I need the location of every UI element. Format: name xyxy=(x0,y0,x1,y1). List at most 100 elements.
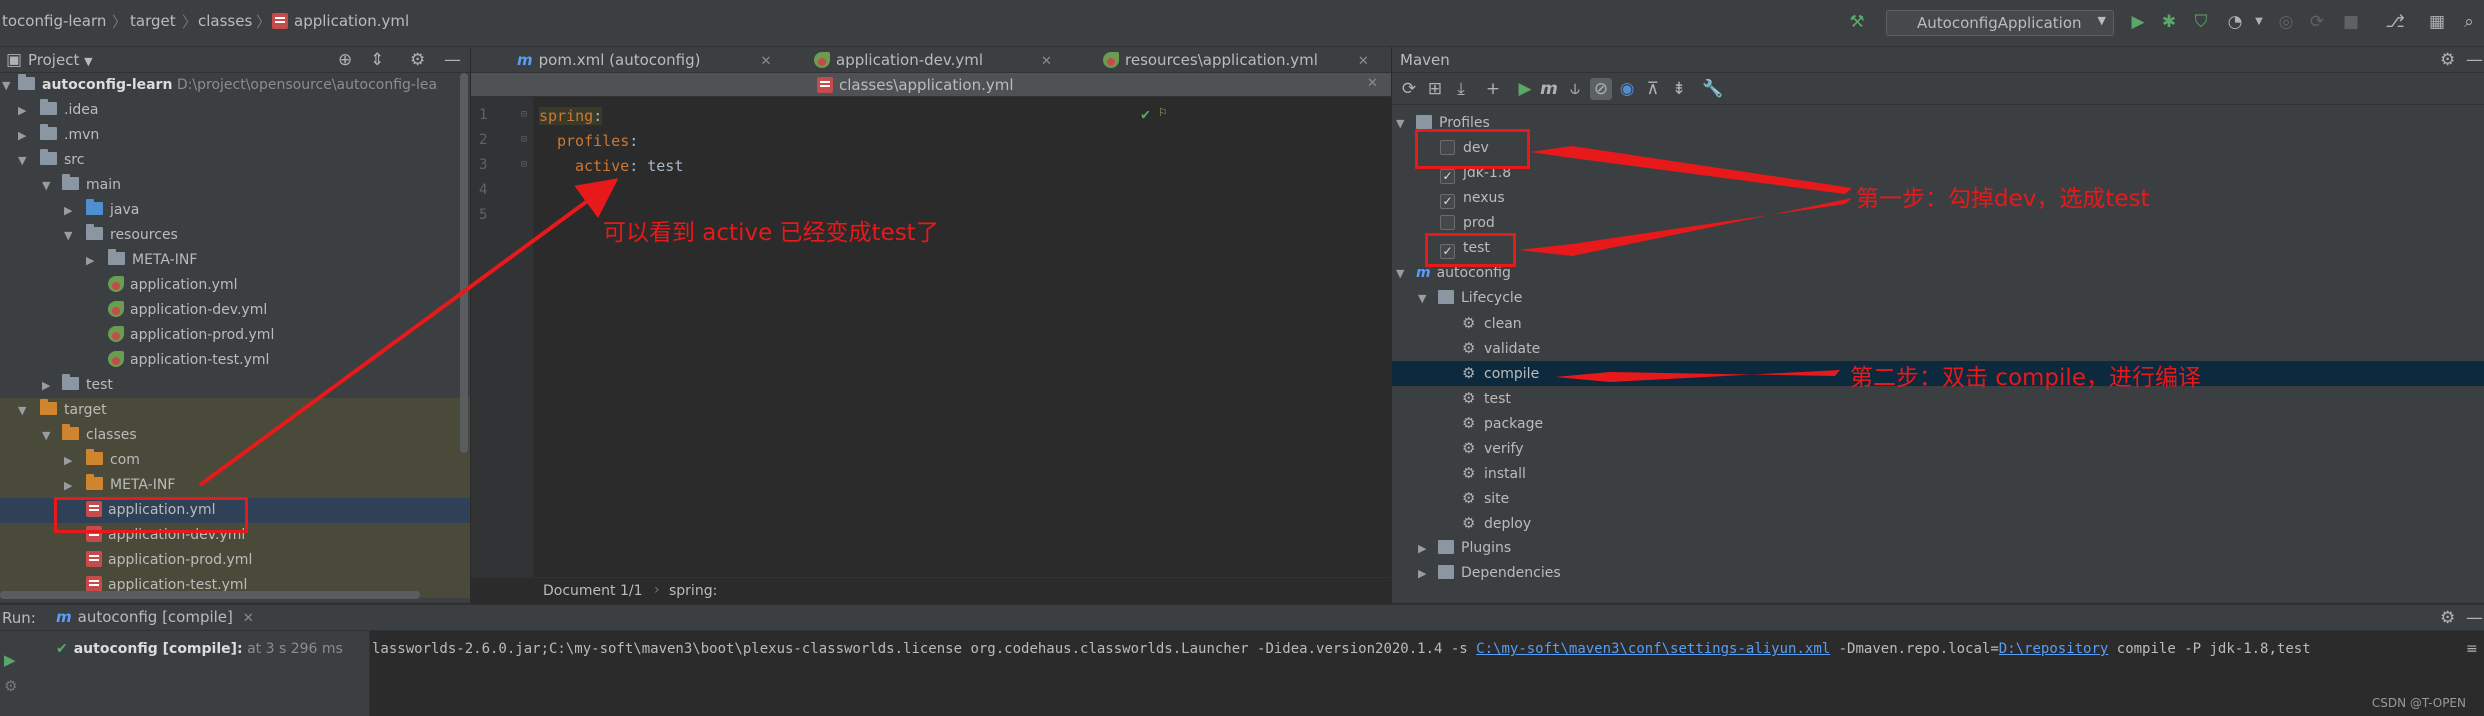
expand-all-icon[interactable]: ⇟ xyxy=(1668,78,1690,100)
expand-arrow-icon[interactable]: ▼ xyxy=(2,73,10,98)
expand-arrow-icon[interactable]: ▶ xyxy=(86,248,94,273)
phase-site[interactable]: ⚙ site xyxy=(1392,486,2484,511)
expand-arrow-icon[interactable]: ▶ xyxy=(1418,536,1426,561)
gear-icon[interactable]: ⚙ xyxy=(2440,608,2455,628)
profiler-icon[interactable]: ◔ xyxy=(2224,11,2246,33)
expand-arrow-icon[interactable]: ▶ xyxy=(18,98,26,123)
minimize-icon[interactable]: — xyxy=(444,50,461,70)
tab-application-dev[interactable]: application-dev.yml ✕ xyxy=(814,47,1052,73)
close-icon[interactable]: ✕ xyxy=(1358,54,1369,69)
maven-plugins-node[interactable]: ▶ Plugins xyxy=(1392,536,2484,561)
expand-arrow-icon[interactable]: ▼ xyxy=(18,398,26,423)
collapse-all-icon[interactable]: ⇕ xyxy=(370,50,384,70)
profile-checkbox[interactable]: ✓ xyxy=(1440,194,1455,209)
tree-item-meta-inf[interactable]: ▶ META-INF xyxy=(0,473,470,498)
tree-item-file[interactable]: application-prod.yml xyxy=(0,323,470,348)
inspection-icon[interactable]: ⚐ xyxy=(1159,105,1167,120)
phase-deploy[interactable]: ⚙ deploy xyxy=(1392,511,2484,536)
stop-icon[interactable]: ■ xyxy=(2340,11,2362,33)
locate-icon[interactable]: ⊕ xyxy=(338,50,352,70)
tab-pom-xml[interactable]: m pom.xml (autoconfig) ✕ xyxy=(517,47,771,73)
vcs-icon[interactable]: ⎇ xyxy=(2384,11,2406,33)
search-icon[interactable]: ⌕ xyxy=(2458,11,2480,33)
expand-arrow-icon[interactable]: ▶ xyxy=(42,373,50,398)
tree-item-file[interactable]: application-prod.yml xyxy=(0,548,470,573)
phase-verify[interactable]: ⚙ verify xyxy=(1392,436,2484,461)
expand-arrow-icon[interactable]: ▼ xyxy=(18,148,26,173)
profile-test[interactable]: ✓ test xyxy=(1392,236,2484,261)
run-icon[interactable]: ▶ xyxy=(2127,11,2149,33)
attach-debugger-icon[interactable]: ◎ xyxy=(2275,11,2297,33)
toggle-offline-icon[interactable]: ⫝ xyxy=(1564,78,1586,100)
tree-item-idea[interactable]: ▶ .idea xyxy=(0,98,470,123)
gear-icon[interactable]: ⚙ xyxy=(410,50,425,70)
tree-item-target[interactable]: ▼ target xyxy=(0,398,470,423)
tree-item-src[interactable]: ▼ src xyxy=(0,148,470,173)
expand-arrow-icon[interactable]: ▼ xyxy=(1418,286,1426,311)
expand-arrow-icon[interactable]: ▼ xyxy=(1396,111,1404,136)
show-dependencies-icon[interactable]: ◉ xyxy=(1616,78,1638,100)
console-link-repository[interactable]: D:\repository xyxy=(1999,641,2109,657)
run-configuration-select[interactable]: AutoconfigApplication ▼ xyxy=(1886,10,2114,36)
expand-arrow-icon[interactable]: ▼ xyxy=(64,223,72,248)
minimize-icon[interactable]: — xyxy=(2466,608,2483,628)
add-icon[interactable]: + xyxy=(1482,78,1504,100)
maven-dependencies-node[interactable]: ▶ Dependencies xyxy=(1392,561,2484,586)
collapse-all-icon[interactable]: ⊼ xyxy=(1642,78,1664,100)
expand-arrow-icon[interactable]: ▶ xyxy=(64,198,72,223)
tree-item-resources[interactable]: ▼ resources xyxy=(0,223,470,248)
expand-arrow-icon[interactable]: ▼ xyxy=(42,173,50,198)
close-icon[interactable]: ✕ xyxy=(243,611,254,626)
tree-item-file[interactable]: application-dev.yml xyxy=(0,298,470,323)
tree-item-mvn[interactable]: ▶ .mvn xyxy=(0,123,470,148)
maven-project-node[interactable]: ▼ m autoconfig xyxy=(1392,261,2484,286)
breadcrumb-file[interactable]: application.yml xyxy=(272,12,409,30)
rerun-icon[interactable]: ▶ xyxy=(4,651,16,669)
profile-prod[interactable]: prod xyxy=(1392,211,2484,236)
settings-icon[interactable]: ⚙ xyxy=(4,677,17,695)
breadcrumb-classes[interactable]: classes xyxy=(198,12,252,30)
expand-arrow-icon[interactable]: ▼ xyxy=(1396,261,1404,286)
tab-resources-application[interactable]: resources\application.yml ✕ xyxy=(1103,47,1369,73)
close-icon[interactable]: ✕ xyxy=(1041,54,1052,69)
execute-goal-icon[interactable]: m xyxy=(1538,78,1560,100)
chevron-down-icon[interactable]: ▼ xyxy=(2248,11,2270,33)
expand-arrow-icon[interactable]: ▼ xyxy=(42,423,50,448)
document-indicator[interactable]: Document 1/1 xyxy=(543,583,643,599)
console-link-settings[interactable]: C:\my-soft\maven3\conf\settings-aliyun.x… xyxy=(1476,641,1830,657)
breadcrumb-target[interactable]: target xyxy=(130,12,176,30)
profile-checkbox[interactable]: ✓ xyxy=(1440,169,1455,184)
tree-item-com[interactable]: ▶ com xyxy=(0,448,470,473)
code-area[interactable]: spring: profiles: active: test ✔ ⚐ xyxy=(471,97,1391,577)
tree-item-java[interactable]: ▶ java xyxy=(0,198,470,223)
run-icon[interactable]: ▶ xyxy=(1514,78,1536,100)
minimize-icon[interactable]: — xyxy=(2466,50,2483,70)
profile-checkbox[interactable] xyxy=(1440,215,1455,230)
tree-item-test[interactable]: ▶ test xyxy=(0,373,470,398)
project-structure-icon[interactable]: ▦ xyxy=(2426,11,2448,33)
horizontal-scrollbar[interactable] xyxy=(0,591,420,599)
download-icon[interactable]: ⤓ xyxy=(1450,78,1472,100)
tree-item-root[interactable]: ▼ autoconfig-learn D:\project\opensource… xyxy=(0,73,470,98)
maven-profiles-node[interactable]: ▼ Profiles xyxy=(1392,111,2484,136)
rerun-icon[interactable]: ⟳ xyxy=(2306,11,2328,33)
phase-package[interactable]: ⚙ package xyxy=(1392,411,2484,436)
expand-arrow-icon[interactable]: ▶ xyxy=(64,473,72,498)
profile-dev[interactable]: dev xyxy=(1392,136,2484,161)
tab-classes-application[interactable]: classes\application.yml xyxy=(817,73,1014,99)
tree-item-meta-inf[interactable]: ▶ META-INF xyxy=(0,248,470,273)
tree-item-file[interactable]: application-test.yml xyxy=(0,348,470,373)
gear-icon[interactable]: ⚙ xyxy=(2440,50,2455,70)
debug-icon[interactable]: ✱ xyxy=(2158,11,2180,33)
phase-clean[interactable]: ⚙ clean xyxy=(1392,311,2484,336)
run-tab[interactable]: m autoconfig [compile] ✕ xyxy=(56,608,254,626)
expand-arrow-icon[interactable]: ▶ xyxy=(18,123,26,148)
tree-item-file[interactable]: application.yml xyxy=(0,273,470,298)
console-output[interactable]: lassworlds-2.6.0.jar;C:\my-soft\maven3\b… xyxy=(372,641,2311,657)
run-tree-item[interactable]: ✔ autoconfig [compile]: at 3 s 296 ms xyxy=(56,641,343,657)
skip-tests-icon[interactable]: ⊘ xyxy=(1590,78,1612,100)
add-sources-icon[interactable]: ⊞ xyxy=(1424,78,1446,100)
close-icon[interactable]: ✕ xyxy=(761,54,772,69)
project-panel-title[interactable]: Project ▼ xyxy=(28,51,93,69)
tree-item-classes[interactable]: ▼ classes xyxy=(0,423,470,448)
